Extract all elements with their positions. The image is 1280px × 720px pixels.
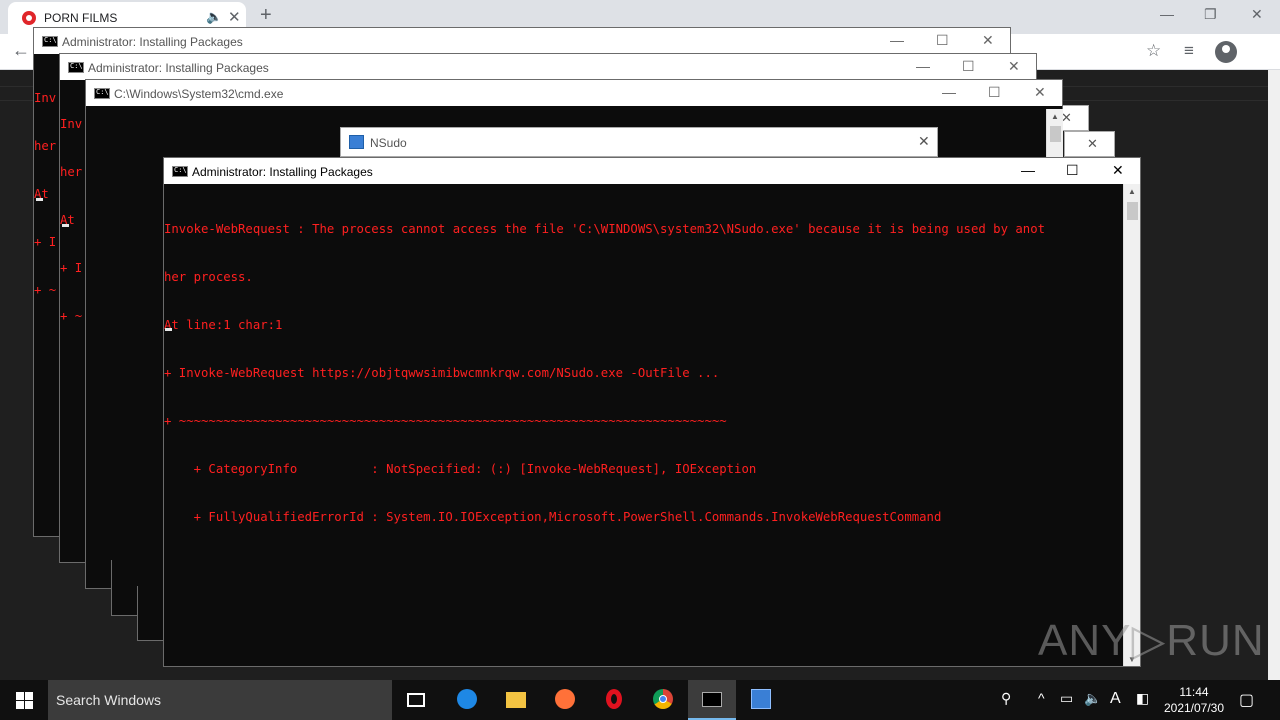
- tab-close-icon[interactable]: ✕: [228, 8, 241, 26]
- console-line: + FullyQualifiedErrorId : System.IO.IOEx…: [164, 510, 942, 524]
- minimize-button[interactable]: —: [942, 84, 956, 100]
- system-clock[interactable]: 11:44 2021/07/30: [1158, 684, 1230, 716]
- window-titlebar[interactable]: Administrator: Installing Packages — ☐ ✕: [34, 28, 1010, 54]
- close-button[interactable]: ✕: [1112, 162, 1124, 179]
- speaker-icon[interactable]: 🔈: [206, 9, 222, 25]
- page-scrollbar[interactable]: [1268, 70, 1280, 680]
- console-line: + CategoryInfo : NotSpecified: (:) [Invo…: [164, 462, 757, 476]
- taskbar-search[interactable]: Search Windows: [48, 680, 392, 720]
- chrome-icon: [653, 689, 673, 709]
- cmd-window-active[interactable]: Administrator: Installing Packages — ☐ ✕…: [163, 157, 1141, 667]
- console-output: Invoke-WebRequest : The process cannot a…: [164, 184, 1123, 666]
- cmd-icon: [94, 88, 110, 99]
- text-cursor: [36, 198, 43, 201]
- console-line: + Invoke-WebRequest https://objtqwwsimib…: [164, 366, 720, 380]
- opera-button[interactable]: [590, 680, 638, 720]
- window-title: C:\Windows\System32\cmd.exe: [114, 87, 284, 101]
- profile-avatar-icon[interactable]: [1215, 41, 1237, 63]
- close-button[interactable]: ✕: [918, 133, 930, 150]
- ime-indicator[interactable]: A: [1110, 690, 1121, 708]
- folder-icon: [506, 692, 526, 708]
- edge-button[interactable]: [443, 680, 491, 720]
- cmd-taskbar-button[interactable]: [688, 680, 736, 720]
- console-scrollbar[interactable]: ▲: [1046, 109, 1063, 159]
- minimize-button[interactable]: —: [1021, 162, 1035, 178]
- favicon-icon: [22, 11, 36, 25]
- console-line: + ~~~~~~~~~~~~~~~~~~~~~~~~~~~~~~~~~~~~~~…: [164, 414, 727, 428]
- action-icon[interactable]: ◧: [1136, 690, 1149, 707]
- chevron-up-icon[interactable]: ^: [1038, 690, 1045, 706]
- people-icon[interactable]: ⚲: [1001, 690, 1011, 707]
- chrome-button[interactable]: [639, 680, 687, 720]
- maximize-button[interactable]: ☐: [1066, 162, 1079, 179]
- new-tab-button[interactable]: +: [260, 4, 272, 27]
- window-titlebar[interactable]: Administrator: Installing Packages — ☐ ✕: [60, 54, 1036, 80]
- notification-icon[interactable]: ▢: [1239, 690, 1254, 710]
- text-cursor: [62, 224, 69, 227]
- firefox-button[interactable]: [541, 680, 589, 720]
- anyrun-watermark: ANY▷RUN: [1038, 616, 1265, 665]
- task-view-button[interactable]: [392, 680, 440, 720]
- console-scrollbar[interactable]: ▲ ▼: [1123, 184, 1140, 666]
- cmd-icon: [42, 36, 58, 47]
- firefox-icon: [555, 689, 575, 709]
- nsudo-window[interactable]: NSudo ✕: [340, 127, 938, 157]
- close-icon[interactable]: ✕: [1087, 136, 1098, 152]
- browser-restore-button[interactable]: ❐: [1204, 6, 1217, 23]
- windows-logo-icon: [16, 692, 24, 700]
- media-icon[interactable]: ≡: [1184, 41, 1194, 61]
- window-title: NSudo: [370, 136, 407, 150]
- star-icon[interactable]: ☆: [1146, 41, 1161, 61]
- opera-icon: [606, 689, 622, 709]
- search-placeholder: Search Windows: [56, 692, 162, 708]
- minimize-button[interactable]: —: [890, 32, 904, 48]
- scroll-up-icon[interactable]: ▲: [1128, 187, 1136, 196]
- maximize-button[interactable]: ☐: [936, 32, 949, 49]
- text-cursor: [165, 328, 172, 331]
- back-arrow-icon[interactable]: ←: [12, 40, 30, 61]
- scroll-thumb[interactable]: [1127, 202, 1138, 220]
- nsudo-icon: [751, 689, 771, 709]
- background-window-2[interactable]: ✕: [1064, 131, 1115, 157]
- console-line: her process.: [164, 270, 253, 284]
- browser-close-button[interactable]: ✕: [1251, 6, 1263, 23]
- console-line: At line:1 char:1: [164, 318, 283, 332]
- browser-minimize-button[interactable]: —: [1160, 6, 1174, 22]
- close-button[interactable]: ✕: [982, 32, 994, 49]
- network-icon[interactable]: ▭: [1060, 690, 1073, 707]
- volume-icon[interactable]: 🔈: [1084, 690, 1101, 707]
- console-line: Invoke-WebRequest : The process cannot a…: [164, 222, 1045, 236]
- task-view-icon: [407, 693, 425, 707]
- window-title: Administrator: Installing Packages: [62, 35, 243, 49]
- maximize-button[interactable]: ☐: [988, 84, 1001, 101]
- edge-icon: [457, 689, 477, 709]
- close-button[interactable]: ✕: [1034, 84, 1046, 101]
- scroll-up-icon[interactable]: ▲: [1051, 112, 1059, 121]
- cmd-icon: [172, 166, 188, 177]
- window-title: Administrator: Installing Packages: [192, 165, 373, 179]
- window-titlebar[interactable]: Administrator: Installing Packages — ☐ ✕: [164, 158, 1140, 184]
- cmd-icon: [68, 62, 84, 73]
- clock-date: 2021/07/30: [1163, 701, 1225, 715]
- file-explorer-button[interactable]: [492, 680, 540, 720]
- scroll-thumb[interactable]: [1050, 126, 1061, 142]
- clock-time: 11:44: [1179, 685, 1209, 699]
- cmd-icon: [702, 692, 722, 707]
- tab-title: PORN FILMS: [44, 11, 118, 25]
- close-button[interactable]: ✕: [1008, 58, 1020, 75]
- minimize-button[interactable]: —: [916, 58, 930, 74]
- nsudo-icon: [349, 135, 364, 149]
- window-titlebar[interactable]: C:\Windows\System32\cmd.exe — ☐ ✕: [86, 80, 1062, 106]
- nsudo-taskbar-button[interactable]: [737, 680, 785, 720]
- start-button[interactable]: [0, 680, 48, 720]
- window-title: Administrator: Installing Packages: [88, 61, 269, 75]
- maximize-button[interactable]: ☐: [962, 58, 975, 75]
- taskbar: Search Windows ⚲ ^ ▭ 🔈 A ◧ 11:44 2021/07…: [0, 680, 1280, 720]
